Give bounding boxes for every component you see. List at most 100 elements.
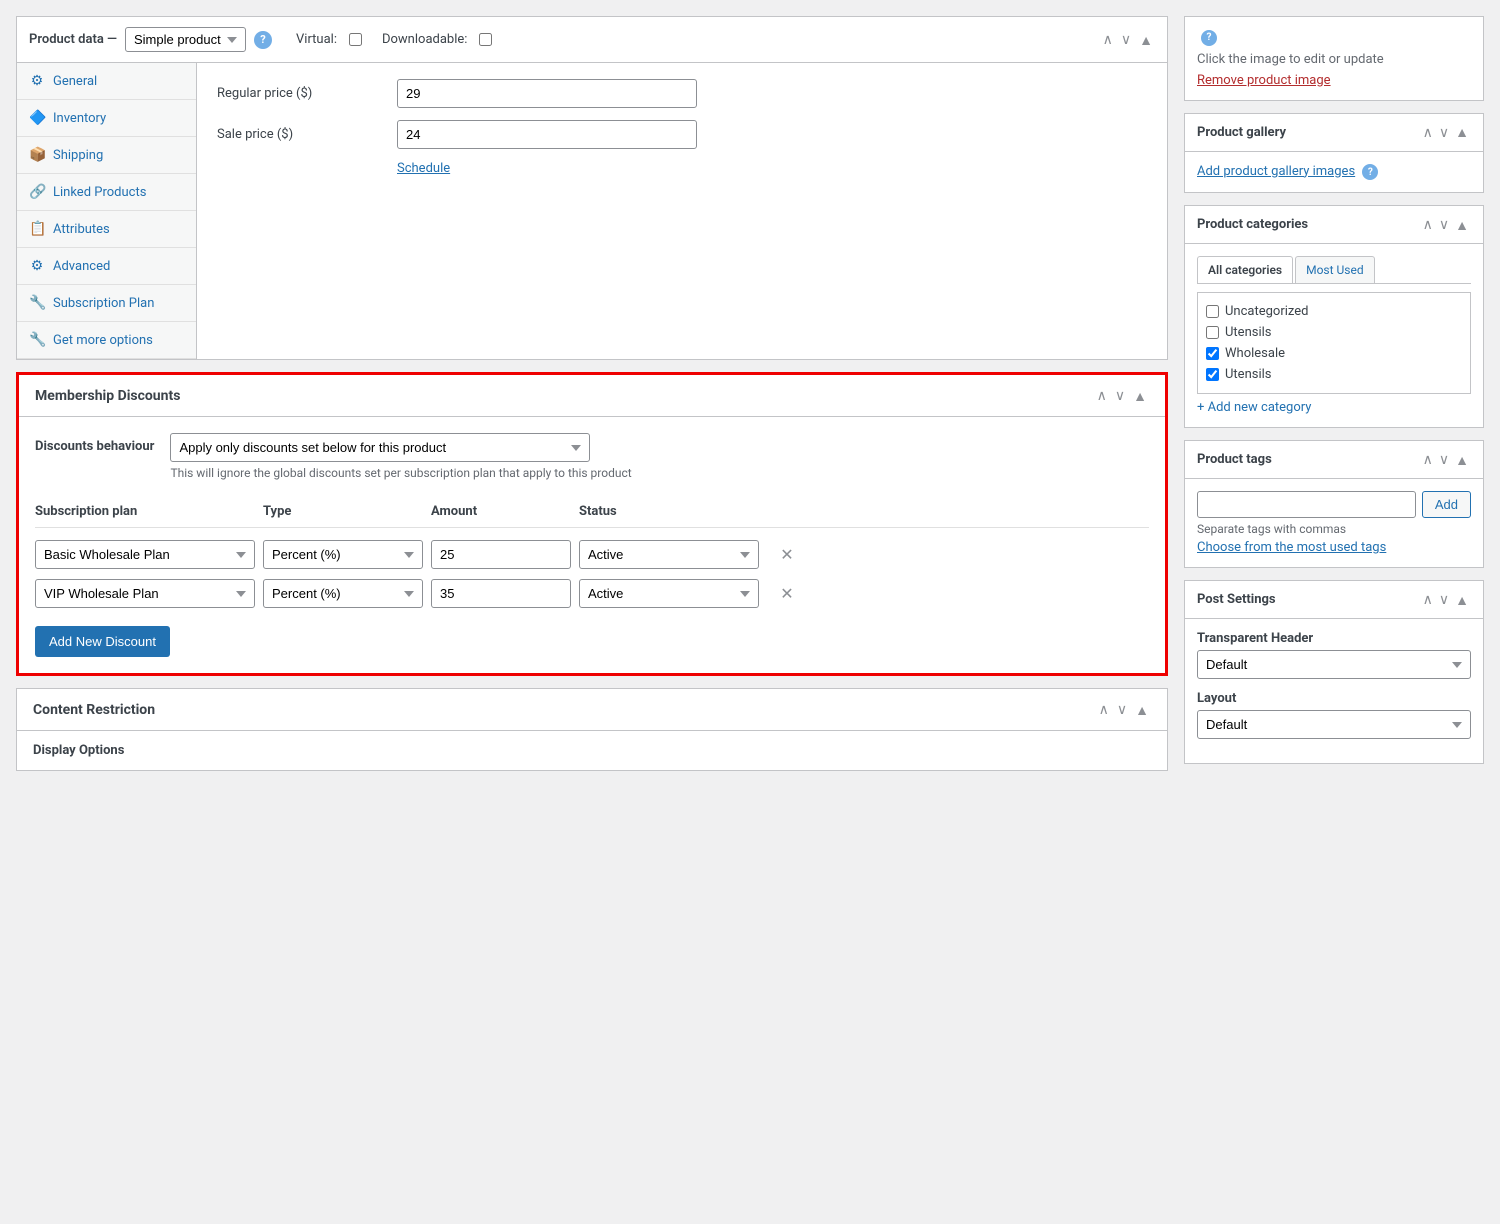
cr-arrows: ∧ ∨ ▲	[1097, 701, 1151, 718]
general-icon: ⚙	[29, 73, 45, 89]
linked-products-icon: 🔗	[29, 184, 45, 200]
list-item: Utensils	[1206, 364, 1462, 385]
post-settings-arrow-expand[interactable]: ▲	[1453, 591, 1471, 608]
membership-discounts-header: Membership Discounts ∧ ∨ ▲	[19, 375, 1165, 417]
nav-item-advanced[interactable]: ⚙ Advanced	[17, 248, 196, 285]
product-categories-title: Product categories	[1197, 217, 1308, 232]
product-data-arrows: ∧ ∨ ▲	[1101, 31, 1155, 48]
tags-arrow-down[interactable]: ∨	[1437, 451, 1451, 468]
product-tags-arrows: ∧ ∨ ▲	[1421, 451, 1471, 468]
sale-price-label: Sale price ($)	[217, 127, 397, 142]
product-image-help-icon[interactable]: ?	[1201, 30, 1217, 46]
product-categories-body: All categories Most Used Uncategorized U…	[1185, 244, 1483, 427]
gallery-arrow-up[interactable]: ∧	[1421, 124, 1435, 141]
add-new-discount-button[interactable]: Add New Discount	[35, 626, 170, 657]
category-label-utensils: Utensils	[1225, 325, 1272, 340]
product-gallery-header: Product gallery ∧ ∨ ▲	[1185, 114, 1483, 152]
discounts-table-header: Subscription plan Type Amount Status	[35, 496, 1149, 528]
discount-status-select-2[interactable]: Active Inactive	[579, 579, 759, 608]
nav-item-shipping[interactable]: 📦 Shipping	[17, 137, 196, 174]
product-gallery-box: Product gallery ∧ ∨ ▲ Add product galler…	[1184, 113, 1484, 194]
nav-label-linked-products: Linked Products	[53, 185, 146, 200]
post-settings-title: Post Settings	[1197, 592, 1276, 607]
content-restriction-title: Content Restriction	[33, 702, 1097, 718]
arrow-expand-btn[interactable]: ▲	[1137, 31, 1155, 48]
categories-arrow-expand[interactable]: ▲	[1453, 216, 1471, 233]
category-checkbox-uncategorized[interactable]	[1206, 305, 1219, 318]
tags-most-used-link[interactable]: Choose from the most used tags	[1197, 540, 1386, 555]
post-settings-body: Transparent Header Default Yes No Layout…	[1185, 619, 1483, 763]
transparent-header-field: Transparent Header Default Yes No	[1197, 631, 1471, 679]
categories-arrow-up[interactable]: ∧	[1421, 216, 1435, 233]
discount-amount-input-1[interactable]	[431, 540, 571, 569]
remove-product-image-link[interactable]: Remove product image	[1197, 73, 1331, 88]
regular-price-row: Regular price ($)	[217, 79, 1147, 108]
arrow-up-btn[interactable]: ∧	[1101, 31, 1115, 48]
category-checkbox-utensils[interactable]	[1206, 326, 1219, 339]
gallery-arrow-down[interactable]: ∨	[1437, 124, 1451, 141]
tab-most-used[interactable]: Most Used	[1295, 256, 1375, 283]
category-checkbox-utensils-2[interactable]	[1206, 368, 1219, 381]
remove-discount-btn-1[interactable]: ✕	[767, 545, 807, 565]
product-image-body: ? Click the image to edit or update Remo…	[1185, 17, 1483, 100]
content-restriction-body: Display Options	[17, 731, 1167, 770]
tags-arrow-expand[interactable]: ▲	[1453, 451, 1471, 468]
post-settings-arrow-up[interactable]: ∧	[1421, 591, 1435, 608]
virtual-checkbox[interactable]	[349, 33, 362, 46]
tags-arrow-up[interactable]: ∧	[1421, 451, 1435, 468]
tab-all-categories[interactable]: All categories	[1197, 256, 1293, 283]
product-type-select[interactable]: Simple product	[125, 27, 246, 52]
nav-item-linked-products[interactable]: 🔗 Linked Products	[17, 174, 196, 211]
display-options-label: Display Options	[33, 743, 124, 758]
membership-arrow-up[interactable]: ∧	[1095, 387, 1109, 404]
discounts-behaviour-select[interactable]: Apply only discounts set below for this …	[170, 433, 590, 462]
discount-type-select-2[interactable]: Percent (%) Fixed ($)	[263, 579, 423, 608]
schedule-link[interactable]: Schedule	[397, 161, 450, 176]
post-settings-arrow-down[interactable]: ∨	[1437, 591, 1451, 608]
subscription-icon: 🔧	[29, 295, 45, 311]
nav-item-general[interactable]: ⚙ General	[17, 63, 196, 100]
nav-label-get-more: Get more options	[53, 333, 153, 348]
layout-label: Layout	[1197, 691, 1471, 706]
membership-arrow-down[interactable]: ∨	[1113, 387, 1127, 404]
product-tags-header: Product tags ∧ ∨ ▲	[1185, 441, 1483, 479]
membership-arrow-expand[interactable]: ▲	[1131, 387, 1149, 404]
cr-arrow-up[interactable]: ∧	[1097, 701, 1111, 718]
discount-amount-input-2[interactable]	[431, 579, 571, 608]
product-data-help-icon[interactable]: ?	[254, 31, 272, 49]
discount-status-select-1[interactable]: Active Inactive	[579, 540, 759, 569]
add-gallery-images-link[interactable]: Add product gallery images	[1197, 164, 1355, 179]
product-image-hint: Click the image to edit or update	[1197, 52, 1471, 67]
transparent-header-select[interactable]: Default Yes No	[1197, 650, 1471, 679]
sale-price-input[interactable]	[397, 120, 697, 149]
discount-plan-select-2[interactable]: Basic Wholesale Plan VIP Wholesale Plan	[35, 579, 255, 608]
categories-arrow-down[interactable]: ∨	[1437, 216, 1451, 233]
discount-plan-select-1[interactable]: Basic Wholesale Plan VIP Wholesale Plan	[35, 540, 255, 569]
tags-input[interactable]	[1197, 491, 1416, 518]
remove-discount-btn-2[interactable]: ✕	[767, 584, 807, 604]
category-checkbox-wholesale[interactable]	[1206, 347, 1219, 360]
discount-type-select-1[interactable]: Percent (%) Fixed ($)	[263, 540, 423, 569]
arrow-down-btn[interactable]: ∨	[1119, 31, 1133, 48]
nav-item-attributes[interactable]: 📋 Attributes	[17, 211, 196, 248]
cr-arrow-expand[interactable]: ▲	[1133, 701, 1151, 718]
product-categories-header: Product categories ∧ ∨ ▲	[1185, 206, 1483, 244]
add-new-category-link[interactable]: + Add new category	[1197, 400, 1311, 415]
col-header-amount: Amount	[431, 504, 571, 519]
nav-item-subscription-plan[interactable]: 🔧 Subscription Plan	[17, 285, 196, 322]
downloadable-checkbox[interactable]	[479, 33, 492, 46]
gallery-help-icon[interactable]: ?	[1362, 164, 1378, 180]
gallery-arrow-expand[interactable]: ▲	[1453, 124, 1471, 141]
product-gallery-arrows: ∧ ∨ ▲	[1421, 124, 1471, 141]
cr-arrow-down[interactable]: ∨	[1115, 701, 1129, 718]
layout-select[interactable]: Default Full Width Boxed	[1197, 710, 1471, 739]
regular-price-input[interactable]	[397, 79, 697, 108]
discount-row-2: Basic Wholesale Plan VIP Wholesale Plan …	[35, 579, 1149, 608]
post-settings-arrows: ∧ ∨ ▲	[1421, 591, 1471, 608]
transparent-header-label: Transparent Header	[1197, 631, 1471, 646]
list-item: Utensils	[1206, 322, 1462, 343]
discounts-behaviour-hint: This will ignore the global discounts se…	[170, 466, 1149, 480]
nav-item-inventory[interactable]: 🔷 Inventory	[17, 100, 196, 137]
nav-item-get-more-options[interactable]: 🔧 Get more options	[17, 322, 196, 359]
tags-add-button[interactable]: Add	[1422, 491, 1471, 518]
